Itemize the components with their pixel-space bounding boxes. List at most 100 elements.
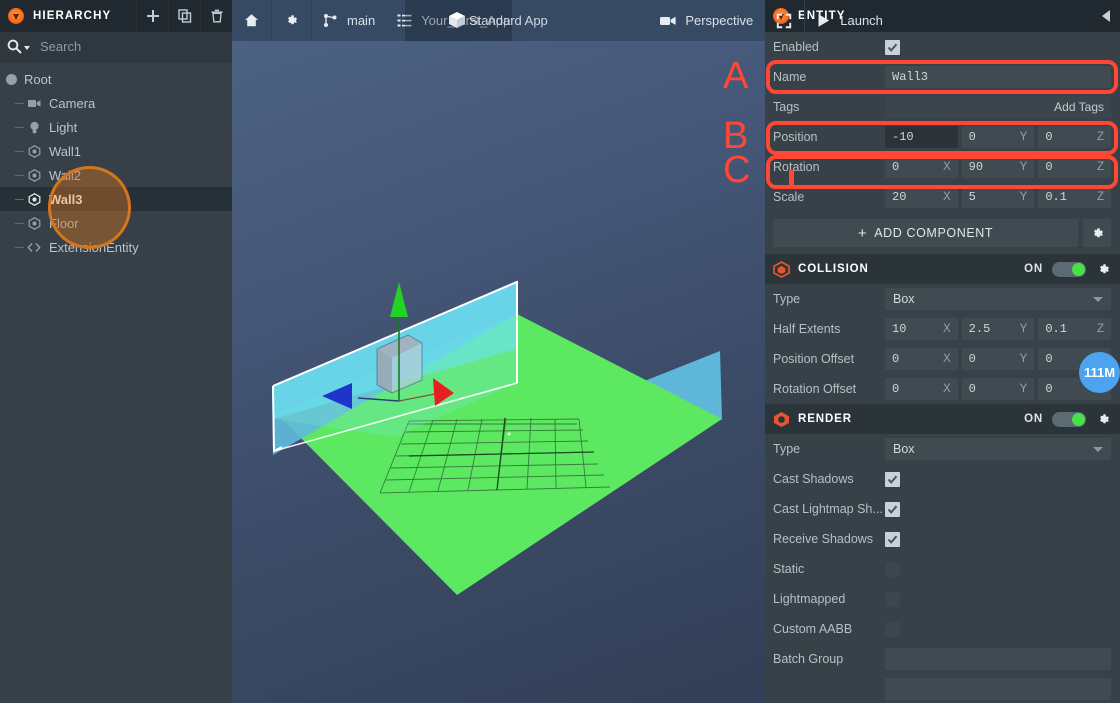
position-label: Position xyxy=(773,130,818,144)
tree-connector xyxy=(15,126,24,128)
trash-icon xyxy=(211,9,222,23)
add-tags-button[interactable]: Add Tags xyxy=(885,96,1111,118)
half-extents-x-value: 10 xyxy=(892,322,907,336)
next-property-field[interactable] xyxy=(885,678,1111,700)
duplicate-entity-button[interactable] xyxy=(168,0,200,32)
collision-enable-toggle[interactable] xyxy=(1052,261,1086,277)
axis-label-x: X xyxy=(943,161,951,173)
collision-type-row: Type Box xyxy=(765,284,1120,314)
scale-label: Scale xyxy=(773,190,805,204)
position-row: Position -10 0 Y 0 Z xyxy=(765,122,1120,152)
next-property-row xyxy=(765,674,1120,703)
tree-item-extensionentity[interactable]: ExtensionEntity xyxy=(0,235,232,259)
add-entity-button[interactable] xyxy=(136,0,168,32)
tags-row: Tags Add Tags xyxy=(765,92,1120,122)
rotation-y-input[interactable]: 90 Y xyxy=(961,156,1035,178)
half-extents-y-value: 2.5 xyxy=(968,322,991,336)
position-y-input[interactable]: 0 Y xyxy=(961,126,1035,148)
receive-shadows-checkbox[interactable] xyxy=(885,531,900,547)
tree-connector xyxy=(15,102,24,104)
render-type-select[interactable]: Box xyxy=(885,438,1111,460)
fullscreen-icon xyxy=(777,13,792,28)
axis-label-y: Y xyxy=(1019,353,1028,365)
position-z-input[interactable]: 0 Z xyxy=(1038,126,1112,148)
rotation-offset-y-input[interactable]: 0 Y xyxy=(961,378,1035,400)
scale-z-input[interactable]: 0.1 Z xyxy=(1038,186,1112,208)
tree-item-wall1[interactable]: Wall1 xyxy=(0,139,232,163)
play-icon xyxy=(818,14,830,27)
rotation-offset-y-value: 0 xyxy=(968,382,976,396)
render-enable-toggle[interactable] xyxy=(1052,411,1086,427)
delete-entity-button[interactable] xyxy=(200,0,232,32)
position-offset-x-input[interactable]: 0 X xyxy=(885,348,958,370)
tree-item-light[interactable]: Light xyxy=(0,115,232,139)
half-extents-y-input[interactable]: 2.5 Y xyxy=(961,318,1035,340)
axis-label-y: Y xyxy=(1019,323,1028,335)
hierarchy-search-row[interactable] xyxy=(0,32,232,62)
launch-button[interactable]: Launch xyxy=(805,0,894,41)
add-component-label: ADD COMPONENT xyxy=(874,226,994,240)
3d-viewport[interactable] xyxy=(232,41,765,703)
add-component-row: + ADD COMPONENT xyxy=(765,212,1120,254)
gear-icon xyxy=(1093,227,1103,237)
tree-item-root[interactable]: Root xyxy=(0,67,232,91)
custom-aabb-row: Custom AABB xyxy=(765,614,1120,644)
axis-label-y: Y xyxy=(1019,161,1028,173)
overlapping-scene-label: Standard App xyxy=(469,13,548,28)
position-offset-y-input[interactable]: 0 Y xyxy=(961,348,1035,370)
enabled-checkbox[interactable] xyxy=(885,39,900,55)
rotation-offset-row: Rotation Offset 0 X 0 Y 0 Z xyxy=(765,374,1120,404)
collision-type-select[interactable]: Box xyxy=(885,288,1111,310)
static-checkbox[interactable] xyxy=(885,561,900,577)
tree-item-wall3[interactable]: Wall3 xyxy=(0,187,232,211)
tree-item-wall2[interactable]: Wall2 xyxy=(0,163,232,187)
settings-button[interactable] xyxy=(272,0,312,41)
batch-group-label: Batch Group xyxy=(773,652,844,666)
fullscreen-button[interactable] xyxy=(764,0,806,41)
lightmapped-checkbox[interactable] xyxy=(885,591,900,607)
render-settings-button[interactable] xyxy=(1096,412,1111,427)
batch-group-select[interactable] xyxy=(885,648,1111,670)
position-offset-y-value: 0 xyxy=(968,352,976,366)
half-extents-x-input[interactable]: 10 X xyxy=(885,318,958,340)
custom-aabb-checkbox[interactable] xyxy=(885,621,900,637)
cast-shadows-row: Cast Shadows xyxy=(765,464,1120,494)
rotation-z-input[interactable]: 0 Z xyxy=(1038,156,1112,178)
home-button[interactable] xyxy=(232,0,272,41)
plus-icon: + xyxy=(857,224,868,242)
search-input[interactable] xyxy=(40,39,200,54)
scale-x-value: 20 xyxy=(892,190,907,204)
tree-item-floor[interactable]: Floor xyxy=(0,211,232,235)
half-extents-z-input[interactable]: 0.1 Z xyxy=(1038,318,1112,340)
rotation-z-value: 0 xyxy=(1045,160,1053,174)
position-offset-x-value: 0 xyxy=(892,352,900,366)
gear-icon xyxy=(1100,413,1110,423)
collision-settings-button[interactable] xyxy=(1096,262,1111,277)
cast-shadows-checkbox[interactable] xyxy=(885,471,900,487)
cast-lightmap-shadows-checkbox[interactable] xyxy=(885,501,900,517)
add-component-button[interactable]: + ADD COMPONENT xyxy=(773,219,1078,247)
scale-x-input[interactable]: 20 X xyxy=(885,186,958,208)
position-x-input[interactable]: -10 xyxy=(885,126,958,148)
name-input[interactable]: Wall3 xyxy=(885,66,1111,88)
camera-selector[interactable]: Perspective xyxy=(649,0,764,41)
position-offset-row: Position Offset 0 X 0 Y 0 xyxy=(765,344,1120,374)
render-component-header[interactable]: RENDER ON xyxy=(765,404,1120,434)
rotation-offset-x-input[interactable]: 0 X xyxy=(885,378,958,400)
tree-item-camera[interactable]: Camera xyxy=(0,91,232,115)
entity-settings-button[interactable] xyxy=(1083,219,1111,247)
render-title: RENDER xyxy=(798,413,852,425)
branch-selector[interactable]: main xyxy=(312,0,386,41)
axis-label-x: X xyxy=(943,191,951,203)
scale-y-input[interactable]: 5 Y xyxy=(961,186,1035,208)
axis-label-x: X xyxy=(943,383,951,395)
lightmapped-label: Lightmapped xyxy=(773,592,846,606)
collapse-left-arrow-icon[interactable] xyxy=(1102,10,1110,22)
collision-component-header[interactable]: COLLISION ON xyxy=(765,254,1120,284)
position-z-value: 0 xyxy=(1045,130,1053,144)
rotation-x-input[interactable]: 0 X xyxy=(885,156,958,178)
collision-type-value: Box xyxy=(893,292,915,306)
branch-icon xyxy=(324,14,337,27)
chevron-down-icon[interactable] xyxy=(24,46,30,50)
static-row: Static xyxy=(765,554,1120,584)
